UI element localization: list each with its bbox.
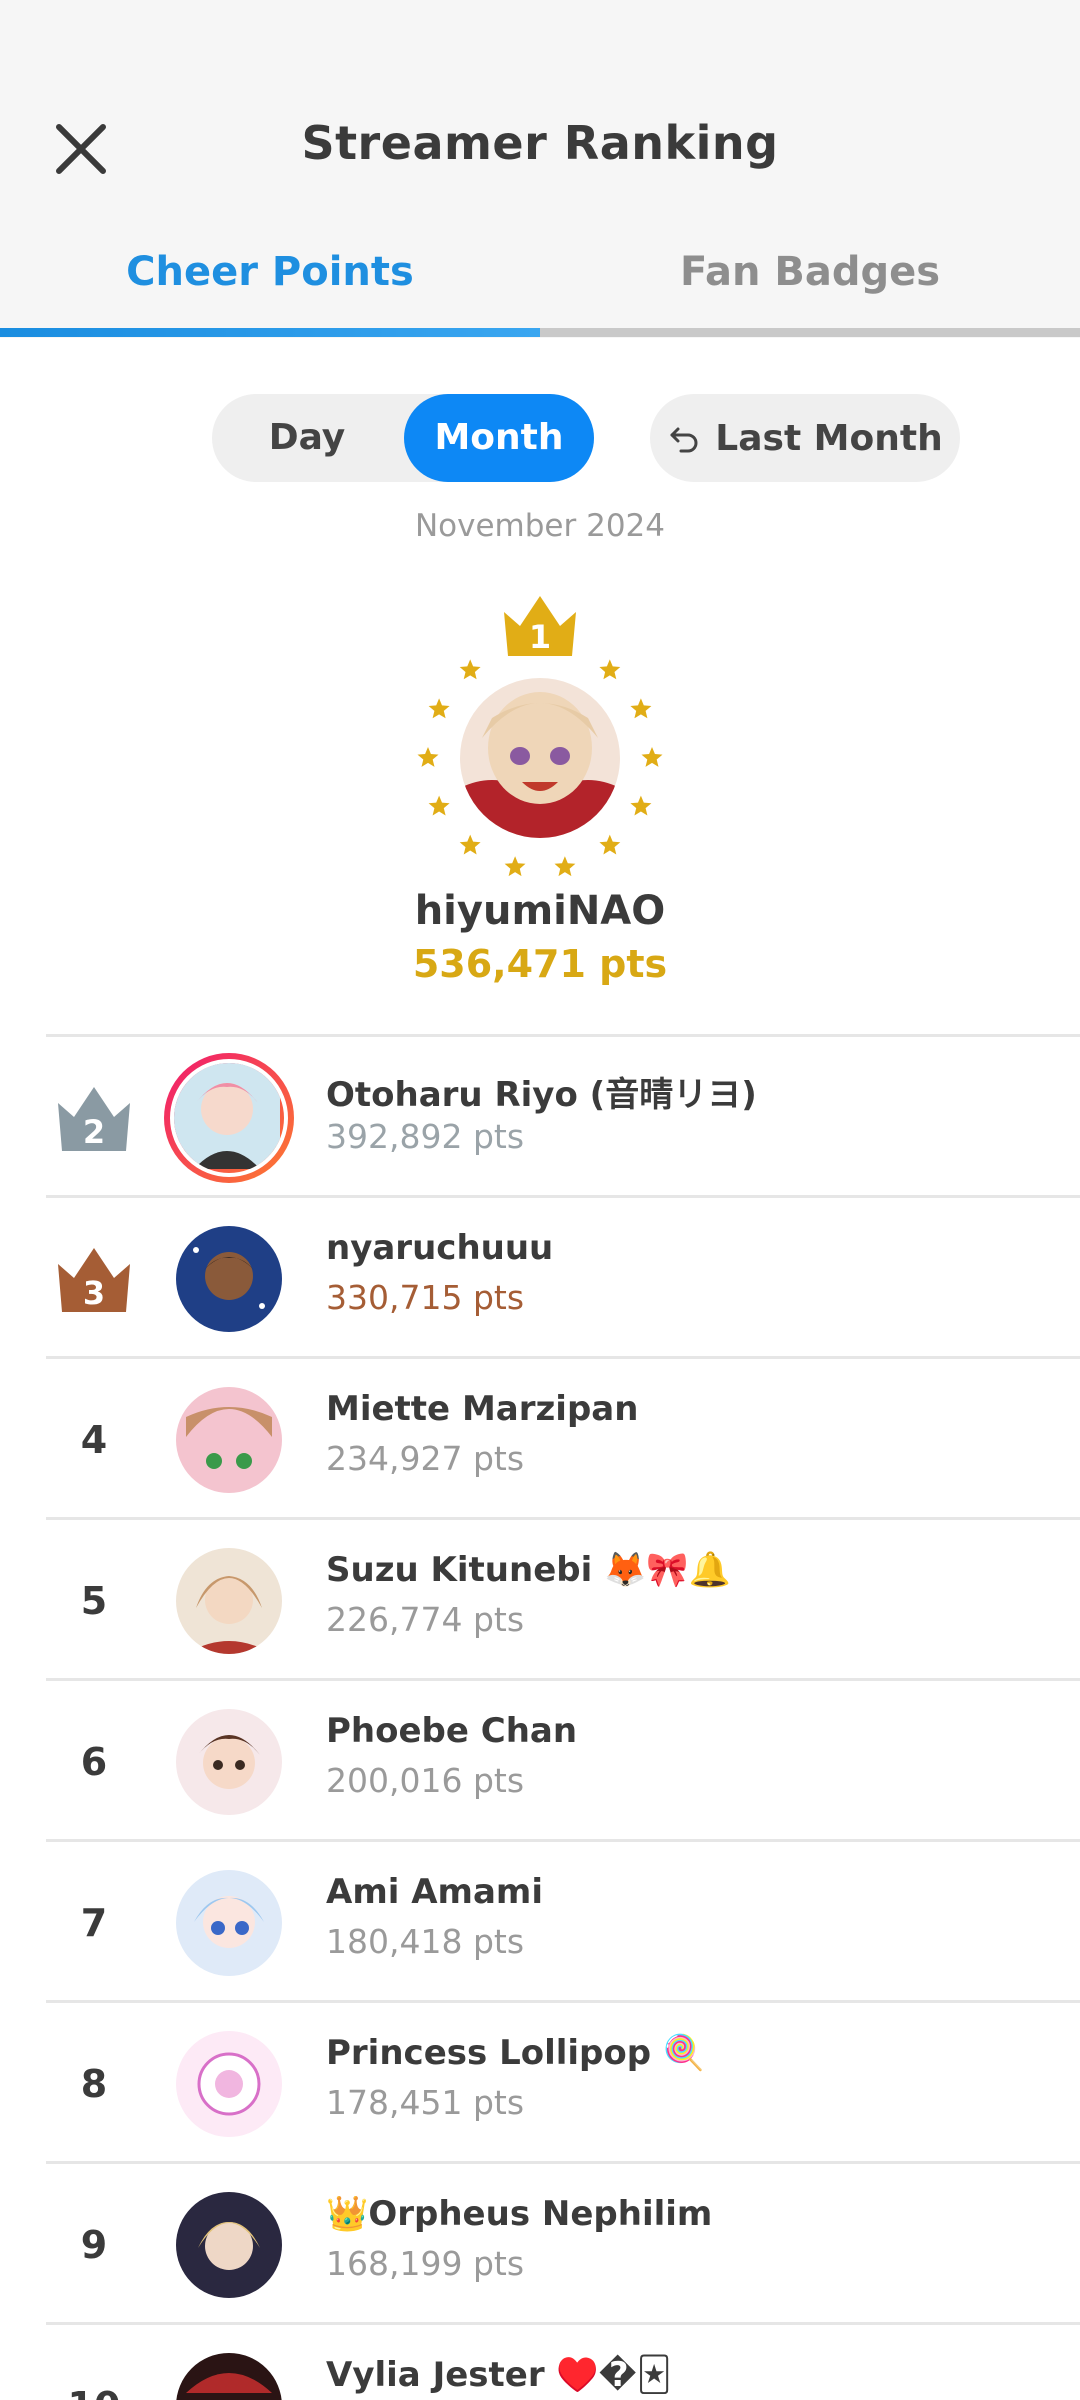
streamer-name: Otoharu Riyo (音晴リヨ) [326, 1075, 757, 1115]
avatar[interactable] [164, 1053, 294, 1183]
star-icon [641, 747, 663, 767]
rank-number: 4 [80, 1417, 108, 1462]
avatar[interactable] [176, 1226, 282, 1332]
star-icon [599, 659, 621, 680]
header: Streamer Ranking Cheer Points Fan Badges [0, 0, 1080, 338]
star-icon [599, 834, 621, 855]
rank-badge: 2 [46, 1037, 142, 1198]
undo-arrow-icon [670, 427, 698, 453]
month-option[interactable]: Month [404, 394, 594, 482]
star-icon [459, 834, 481, 855]
streamer-points: 168,199 pts [326, 2244, 525, 2283]
streamer-name: 👑Orpheus Nephilim [326, 2194, 713, 2234]
ranking-list: 2 Otoharu Riyo (音晴リヨ) 392,892 pts 3 nyar… [46, 1034, 1080, 2400]
streamer-points: 392,892 pts [326, 1117, 525, 1156]
star-icon [428, 795, 450, 816]
avatar[interactable] [176, 1709, 282, 1815]
avatar[interactable] [176, 2353, 282, 2400]
streamer-name: nyaruchuuu [326, 1228, 554, 1268]
last-month-button[interactable]: Last Month [650, 394, 960, 482]
tab-indicator-track [0, 328, 1080, 337]
streamer-name: Vylia Jester ♥️�🃏 [326, 2355, 672, 2395]
streamer-name: Miette Marzipan [326, 1389, 639, 1429]
avatar[interactable] [176, 1548, 282, 1654]
rank-number: 7 [80, 1900, 108, 1945]
avatar[interactable] [176, 1870, 282, 1976]
list-item[interactable]: 5 Suzu Kitunebi 🦊🎀🔔 226,774 pts [46, 1517, 1080, 1678]
streamer-name: Phoebe Chan [326, 1711, 578, 1751]
winner-card[interactable]: 1 [410, 590, 670, 880]
list-item[interactable]: 9 👑Orpheus Nephilim 168,199 pts [46, 2161, 1080, 2322]
list-item[interactable]: 8 Princess Lollipop 🍭 178,451 pts [46, 2000, 1080, 2161]
silver-crown-icon: 2 [58, 1086, 130, 1151]
star-icon [417, 747, 439, 767]
list-item[interactable]: 7 Ami Amami 180,418 pts [46, 1839, 1080, 2000]
star-icon [428, 698, 450, 719]
rank-number: 5 [80, 1578, 108, 1623]
list-item[interactable]: 10 Vylia Jester ♥️�🃏 [46, 2322, 1080, 2400]
winner-name: hiyumiNAO [414, 888, 666, 934]
winner-rank: 1 [529, 618, 551, 656]
page-title: Streamer Ranking [301, 116, 779, 170]
rank-number: 8 [80, 2061, 108, 2106]
tab-fan-badges[interactable]: Fan Badges [540, 230, 1080, 330]
streamer-points: 330,715 pts [326, 1278, 525, 1317]
star-icon [504, 856, 526, 877]
avatar[interactable] [176, 2031, 282, 2137]
list-item[interactable]: 4 Miette Marzipan 234,927 pts [46, 1356, 1080, 1517]
list-item[interactable]: 6 Phoebe Chan 200,016 pts [46, 1678, 1080, 1839]
streamer-points: 200,016 pts [326, 1761, 525, 1800]
rank-number: 10 [46, 2325, 142, 2400]
crown-icon: 1 [504, 596, 576, 656]
star-icon [630, 795, 652, 816]
winner-points: 536,471 pts [412, 942, 668, 986]
tab-bar: Cheer Points Fan Badges [0, 230, 1080, 338]
svg-text:3: 3 [83, 1274, 105, 1312]
streamer-points: 226,774 pts [326, 1600, 525, 1639]
period-toggle: Day Month [212, 394, 594, 482]
star-icon [459, 659, 481, 680]
streamer-points: 180,418 pts [326, 1922, 525, 1961]
list-item[interactable]: 2 Otoharu Riyo (音晴リヨ) 392,892 pts [46, 1034, 1080, 1195]
tab-indicator [0, 328, 540, 337]
winner-avatar[interactable] [460, 678, 620, 838]
avatar[interactable] [176, 2192, 282, 2298]
tab-cheer-points[interactable]: Cheer Points [0, 230, 540, 330]
streamer-name: Suzu Kitunebi 🦊🎀🔔 [326, 1550, 732, 1590]
rank-number: 9 [80, 2222, 108, 2267]
bronze-crown-icon: 3 [58, 1247, 130, 1312]
streamer-points: 234,927 pts [326, 1439, 525, 1478]
star-icon [630, 698, 652, 719]
rank-badge: 3 [46, 1198, 142, 1359]
day-option[interactable]: Day [212, 394, 402, 482]
last-month-label: Last Month [715, 417, 943, 459]
list-item[interactable]: 3 nyaruchuuu 330,715 pts [46, 1195, 1080, 1356]
period-label: November 2024 [414, 508, 665, 544]
svg-text:2: 2 [83, 1113, 105, 1151]
streamer-name: Princess Lollipop 🍭 [326, 2033, 706, 2073]
avatar[interactable] [176, 1387, 282, 1493]
streamer-points: 178,451 pts [326, 2083, 525, 2122]
rank-number: 6 [80, 1739, 108, 1784]
streamer-name: Ami Amami [326, 1872, 543, 1912]
star-icon [554, 856, 576, 877]
